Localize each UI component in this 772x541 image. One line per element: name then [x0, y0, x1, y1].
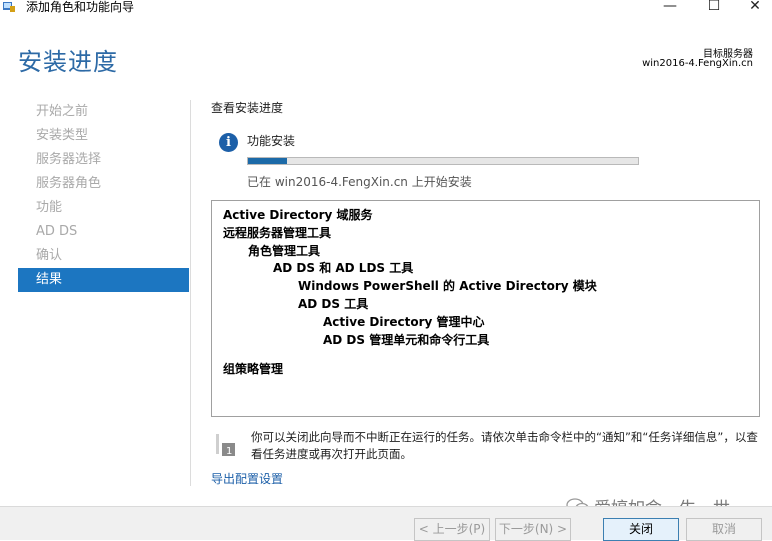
wizard-nav: 开始之前 安装类型 服务器选择 服务器角色 功能 AD DS 确认 结果 [18, 100, 189, 292]
export-config-link[interactable]: 导出配置设置 [211, 470, 283, 487]
nav-item-before-you-begin[interactable]: 开始之前 [18, 100, 189, 124]
close-window-button[interactable]: ✕ [733, 0, 772, 16]
nav-item-confirmation[interactable]: 确认 [18, 244, 189, 268]
close-button[interactable]: 关闭 [603, 518, 679, 541]
server-manager-icon [3, 2, 15, 12]
result-item: 远程服务器管理工具 [223, 226, 332, 240]
result-item: AD DS 和 AD LDS 工具 [273, 261, 414, 275]
cancel-button[interactable]: 取消 [686, 518, 762, 541]
nav-divider [190, 100, 191, 486]
target-server-value: win2016-4.FengXin.cn [642, 58, 753, 69]
title-bar: 添加角色和功能向导 — ☐ ✕ [0, 0, 772, 16]
result-item: 角色管理工具 [248, 244, 321, 258]
next-button[interactable]: 下一步(N) > [495, 518, 571, 541]
maximize-button[interactable]: ☐ [692, 0, 736, 16]
svg-text:1: 1 [226, 446, 232, 457]
result-item: Windows PowerShell 的 Active Directory 模块 [298, 279, 597, 293]
nav-item-server-selection[interactable]: 服务器选择 [18, 148, 189, 172]
minimize-button[interactable]: — [648, 0, 692, 16]
result-item: 组策略管理 [223, 362, 284, 376]
button-bar: < 上一步(P) 下一步(N) > 关闭 取消 [0, 506, 772, 541]
install-progress-bar [247, 157, 639, 165]
page-title: 安装进度 [18, 48, 118, 76]
results-list[interactable]: Active Directory 域服务 远程服务器管理工具 角色管理工具 AD… [211, 200, 760, 417]
result-item: Active Directory 域服务 [223, 208, 373, 222]
previous-button[interactable]: < 上一步(P) [414, 518, 490, 541]
notification-flag-icon: 1 [216, 434, 235, 457]
result-item: AD DS 工具 [298, 297, 369, 311]
nav-item-server-roles[interactable]: 服务器角色 [18, 172, 189, 196]
window-title: 添加角色和功能向导 [26, 0, 135, 14]
nav-item-installation-type[interactable]: 安装类型 [18, 124, 189, 148]
result-item: Active Directory 管理中心 [323, 315, 485, 329]
notice-text: 你可以关闭此向导而不中断正在运行的任务。请依次单击命令栏中的“通知”和“任务详细… [251, 430, 758, 461]
nav-item-results[interactable]: 结果 [18, 268, 189, 292]
nav-item-ad-ds[interactable]: AD DS [18, 220, 189, 244]
info-icon: i [219, 133, 238, 152]
result-item: AD DS 管理单元和命令行工具 [323, 333, 490, 347]
install-status-text: 已在 win2016-4.FengXin.cn 上开始安装 [247, 175, 472, 189]
progress-fill [248, 158, 287, 164]
feature-install-label: 功能安装 [247, 134, 296, 148]
section-heading: 查看安装进度 [211, 101, 284, 115]
nav-item-features[interactable]: 功能 [18, 196, 189, 220]
